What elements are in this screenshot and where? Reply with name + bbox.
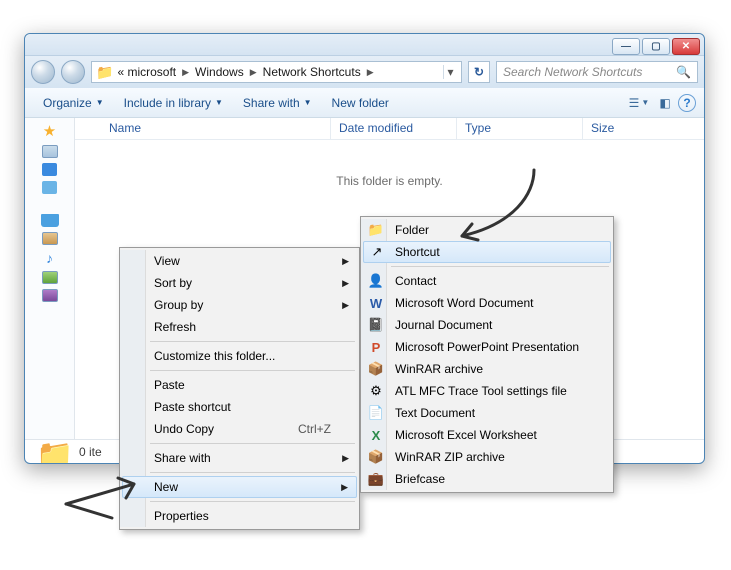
settings-file-icon: ⚙ <box>368 383 384 399</box>
new-contact[interactable]: 👤Contact <box>363 270 611 292</box>
col-size[interactable]: Size <box>583 118 704 139</box>
breadcrumb[interactable]: 📁 « microsoft ▶ Windows ▶ Network Shortc… <box>91 61 462 83</box>
chevron-right-icon: ▶ <box>365 67 376 78</box>
breadcrumb-seg-1[interactable]: Windows <box>191 65 248 79</box>
new-folder[interactable]: 📁Folder <box>363 219 611 241</box>
excel-icon: X <box>368 427 384 443</box>
menu-customize-folder[interactable]: Customize this folder... <box>122 345 357 367</box>
pictures-icon[interactable] <box>42 271 58 284</box>
submenu-arrow-icon: ▶ <box>341 482 348 493</box>
search-icon: 🔍 <box>676 65 691 79</box>
address-bar: 📁 « microsoft ▶ Windows ▶ Network Shortc… <box>25 56 704 88</box>
powerpoint-icon: P <box>368 339 384 355</box>
new-winrar-zip[interactable]: 📦WinRAR ZIP archive <box>363 446 611 468</box>
preview-pane-button[interactable]: ◧ <box>652 93 678 113</box>
word-icon: W <box>368 295 384 311</box>
new-journal-doc[interactable]: 📓Journal Document <box>363 314 611 336</box>
col-date[interactable]: Date modified <box>331 118 457 139</box>
column-headers: Name Date modified Type Size <box>75 118 704 140</box>
downloads-icon[interactable] <box>42 163 57 176</box>
navigation-pane[interactable]: ★ ♪ <box>25 118 75 439</box>
submenu-arrow-icon: ▶ <box>342 300 349 311</box>
new-powerpoint[interactable]: PMicrosoft PowerPoint Presentation <box>363 336 611 358</box>
refresh-button[interactable]: ↻ <box>468 61 490 83</box>
chevron-down-icon: ▼ <box>96 98 104 107</box>
new-word-doc[interactable]: WMicrosoft Word Document <box>363 292 611 314</box>
maximize-button[interactable]: ▢ <box>642 38 670 55</box>
briefcase-icon: 💼 <box>368 471 384 487</box>
menu-properties[interactable]: Properties <box>122 505 357 527</box>
organize-button[interactable]: Organize▼ <box>33 92 114 114</box>
breadcrumb-seg-2[interactable]: Network Shortcuts <box>259 65 365 79</box>
journal-icon: 📓 <box>368 317 384 333</box>
new-excel[interactable]: XMicrosoft Excel Worksheet <box>363 424 611 446</box>
shortcut-label: Ctrl+Z <box>298 422 331 436</box>
new-shortcut[interactable]: ↗Shortcut <box>363 241 611 263</box>
command-bar: Organize▼ Include in library▼ Share with… <box>25 88 704 118</box>
share-with-button[interactable]: Share with▼ <box>233 92 322 114</box>
desktop-icon[interactable] <box>42 145 58 158</box>
context-menu-new: 📁Folder ↗Shortcut 👤Contact WMicrosoft Wo… <box>360 216 614 493</box>
chevron-down-icon: ▼ <box>215 98 223 107</box>
menu-paste-shortcut[interactable]: Paste shortcut <box>122 396 357 418</box>
new-winrar[interactable]: 📦WinRAR archive <box>363 358 611 380</box>
folder-icon: 📁 <box>96 64 113 81</box>
include-in-library-button[interactable]: Include in library▼ <box>114 92 233 114</box>
chevron-right-icon: ▶ <box>248 67 259 78</box>
menu-undo-copy[interactable]: Undo CopyCtrl+Z <box>122 418 357 440</box>
col-name[interactable]: Name <box>75 118 331 139</box>
folder-icon: 📁 <box>368 222 384 238</box>
nav-forward-button[interactable] <box>61 60 85 84</box>
submenu-arrow-icon: ▶ <box>342 278 349 289</box>
search-input[interactable]: Search Network Shortcuts 🔍 <box>496 61 698 83</box>
context-menu-main: View▶ Sort by▶ Group by▶ Refresh Customi… <box>119 247 360 530</box>
col-type[interactable]: Type <box>457 118 583 139</box>
documents-icon[interactable] <box>42 232 58 245</box>
libraries-icon[interactable] <box>41 214 59 227</box>
new-text-doc[interactable]: 📄Text Document <box>363 402 611 424</box>
shortcut-icon: ↗ <box>369 244 385 260</box>
favorites-icon[interactable]: ★ <box>43 122 56 140</box>
view-mode-button[interactable]: ☰▼ <box>626 93 652 113</box>
new-folder-button[interactable]: New folder <box>322 92 399 114</box>
empty-folder-message: This folder is empty. <box>75 174 704 188</box>
breadcrumb-dropdown[interactable]: ▾ <box>443 65 457 79</box>
menu-group-by[interactable]: Group by▶ <box>122 294 357 316</box>
menu-share-with[interactable]: Share with▶ <box>122 447 357 469</box>
chevron-right-icon: ▶ <box>180 67 191 78</box>
menu-sort-by[interactable]: Sort by▶ <box>122 272 357 294</box>
search-placeholder: Search Network Shortcuts <box>503 65 670 79</box>
submenu-arrow-icon: ▶ <box>342 256 349 267</box>
recent-icon[interactable] <box>42 181 57 194</box>
item-count: 0 ite <box>79 445 102 459</box>
title-bar: — ▢ ✕ <box>25 34 704 56</box>
chevron-down-icon: ▼ <box>304 98 312 107</box>
winrar-icon: 📦 <box>368 361 384 377</box>
folder-icon: 📁 <box>35 440 75 464</box>
menu-paste[interactable]: Paste <box>122 374 357 396</box>
new-briefcase[interactable]: 💼Briefcase <box>363 468 611 490</box>
text-icon: 📄 <box>368 405 384 421</box>
minimize-button[interactable]: — <box>612 38 640 55</box>
nav-back-button[interactable] <box>31 60 55 84</box>
menu-view[interactable]: View▶ <box>122 250 357 272</box>
winrar-zip-icon: 📦 <box>368 449 384 465</box>
contact-icon: 👤 <box>368 273 384 289</box>
music-icon[interactable]: ♪ <box>46 250 53 266</box>
menu-refresh[interactable]: Refresh <box>122 316 357 338</box>
new-atl-trace[interactable]: ⚙ATL MFC Trace Tool settings file <box>363 380 611 402</box>
submenu-arrow-icon: ▶ <box>342 453 349 464</box>
help-button[interactable]: ? <box>678 94 696 112</box>
close-button[interactable]: ✕ <box>672 38 700 55</box>
breadcrumb-seg-0[interactable]: « microsoft <box>113 65 180 79</box>
videos-icon[interactable] <box>42 289 58 302</box>
menu-new[interactable]: New▶ <box>122 476 357 498</box>
